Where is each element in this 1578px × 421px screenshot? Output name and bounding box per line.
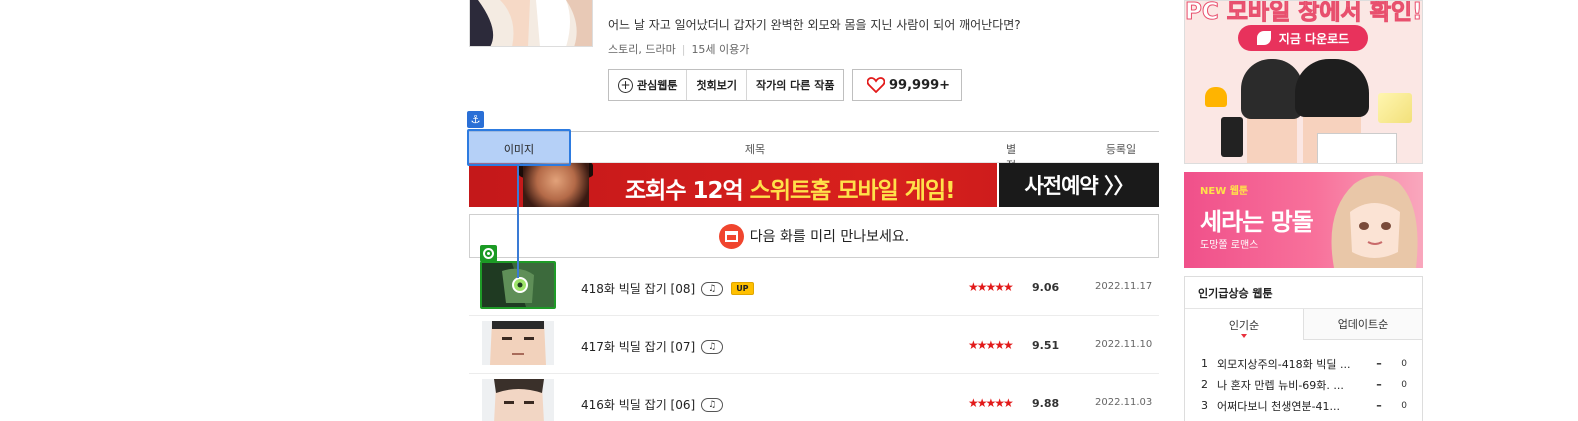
- like-button[interactable]: 99,999+: [852, 69, 962, 101]
- download-label: 지금 다운로드: [1278, 31, 1350, 46]
- character-face: [523, 163, 589, 207]
- episode-thumbnail[interactable]: [482, 379, 554, 421]
- app-download-ad[interactable]: PC 모바일 창에서 확인! 지금 다운로드: [1184, 0, 1423, 164]
- episode-date: 2022.11.10: [1095, 339, 1153, 350]
- webtoon-action-buttons: + 관심웹툰 첫회보기 작가의 다른 작품: [608, 69, 845, 101]
- episode-stars: ★★★★★: [968, 396, 1014, 410]
- episode-stars: ★★★★★: [968, 338, 1014, 352]
- episode-row[interactable]: 417화 빅딜 잡기 [07] ♫ ★★★★★ 9.51 2022.11.10: [469, 316, 1159, 374]
- rank-number: 1: [1201, 357, 1208, 370]
- character-illustration: [1241, 59, 1303, 163]
- tab-popular[interactable]: 인기순: [1185, 309, 1303, 340]
- anchor-icon[interactable]: ⚓: [467, 111, 484, 128]
- ranking-item[interactable]: 1 외모지상주의-418화 빅딜 ... – 0: [1201, 353, 1407, 374]
- leaf-icon: [1256, 31, 1271, 45]
- plus-icon: +: [618, 77, 633, 93]
- no-change-icon: –: [1376, 378, 1382, 391]
- rank-change: 0: [1401, 358, 1407, 369]
- target-icon[interactable]: [480, 245, 497, 262]
- tab-updated[interactable]: 업데이트순: [1303, 309, 1422, 340]
- episode-title-text[interactable]: 416화 빅딜 잡기 [06]: [581, 396, 695, 413]
- episode-title-text[interactable]: 418화 빅딜 잡기 [08]: [581, 280, 695, 297]
- character-illustration: [1331, 175, 1418, 268]
- selected-element-highlight[interactable]: 이미지: [467, 129, 571, 166]
- rank-title[interactable]: 외모지상주의-418화 빅딜 ...: [1217, 356, 1369, 372]
- divider: |: [681, 43, 686, 56]
- laptop-illustration: [1317, 133, 1397, 163]
- phone-illustration: [1221, 117, 1243, 157]
- download-button[interactable]: 지금 다운로드: [1238, 25, 1368, 51]
- favorite-button[interactable]: + 관심웹툰: [609, 70, 688, 100]
- preregister-button[interactable]: 사전예약 〉〉: [997, 163, 1159, 207]
- episode-score: 9.06: [1032, 281, 1060, 294]
- new-webtoon-subtitle: 도망쫄 로맨스: [1200, 240, 1259, 251]
- episode-title[interactable]: 418화 빅딜 잡기 [08] ♫ UP: [581, 280, 754, 297]
- other-works-button[interactable]: 작가의 다른 작품: [747, 70, 844, 100]
- ranking-list: 1 외모지상주의-418화 빅딜 ... – 0 2 나 혼자 만렙 뉴비-69…: [1201, 353, 1407, 416]
- ranking-title: 인기급상승 웹툰: [1198, 287, 1273, 300]
- no-change-icon: –: [1376, 357, 1382, 370]
- rank-change: 0: [1401, 379, 1407, 390]
- episode-title[interactable]: 417화 빅딜 잡기 [07] ♫: [581, 338, 724, 355]
- new-tag: NEW 웹툰: [1200, 186, 1249, 197]
- first-episode-button[interactable]: 첫회보기: [687, 70, 747, 100]
- store-icon: [718, 223, 744, 249]
- tab-updated-label: 업데이트순: [1337, 318, 1389, 331]
- episode-table-header: 이미지 제목 별점 등록일: [469, 131, 1159, 172]
- episode-row[interactable]: 418화 빅딜 잡기 [08] ♫ UP ★★★★★ 9.06 2022.11.…: [469, 258, 1159, 316]
- ranking-item[interactable]: 2 나 혼자 만렙 뉴비-69화. ... – 0: [1201, 374, 1407, 395]
- no-change-icon: –: [1376, 399, 1382, 412]
- like-count: 99,999+: [889, 77, 951, 93]
- ranking-tabs: 인기순 업데이트순: [1185, 308, 1422, 340]
- rank-change: 0: [1401, 400, 1407, 411]
- trending-ranking-panel: 인기급상승 웹툰 인기순 업데이트순 1 외모지상주의-418화 빅딜 ... …: [1184, 276, 1423, 421]
- active-tab-indicator-icon: [1241, 334, 1247, 338]
- episode-date: 2022.11.03: [1095, 397, 1153, 408]
- episode-title-text[interactable]: 417화 빅딜 잡기 [07]: [581, 338, 695, 355]
- rank-number: 2: [1201, 378, 1208, 391]
- rank-title[interactable]: 어쩌다보니 천생연분-41...: [1217, 398, 1369, 414]
- episode-date: 2022.11.17: [1095, 281, 1153, 292]
- banner-text-main: 조회수 12억: [625, 178, 750, 204]
- rank-number: 3: [1201, 399, 1208, 412]
- episode-score: 9.51: [1032, 339, 1060, 352]
- music-icon: ♫: [701, 339, 724, 354]
- selected-element-label: 이미지: [503, 143, 535, 156]
- episode-stars: ★★★★★: [968, 280, 1014, 294]
- game-promo-banner[interactable]: 조회수 12억 스위트홈 모바일 게임! 사전예약 〉〉: [469, 163, 1159, 207]
- webtoon-synopsis: 어느 날 자고 일어났더니 갑자기 완벽한 외모와 몸을 지닌 사람이 되어 깨…: [608, 18, 1021, 32]
- tab-popular-label: 인기순: [1228, 318, 1260, 332]
- genre-text: 스토리, 드라마: [608, 43, 676, 56]
- age-rating: 15세 이용가: [691, 43, 750, 56]
- episode-row[interactable]: 416화 빅딜 잡기 [06] ♫ ★★★★★ 9.88 2022.11.03: [469, 374, 1159, 421]
- banner-text-highlight: 스위트홈 모바일 게임!: [749, 178, 956, 204]
- webtoon-thumbnail[interactable]: [469, 0, 593, 47]
- ranking-item[interactable]: 3 어쩌다보니 천생연분-41... – 0: [1201, 395, 1407, 416]
- up-badge: UP: [731, 282, 754, 295]
- webtoon-meta: 스토리, 드라마 | 15세 이용가: [608, 41, 749, 57]
- ad-headline: PC 모바일 창에서 확인!: [1185, 0, 1423, 26]
- rank-title[interactable]: 나 혼자 만렙 뉴비-69화. ...: [1217, 377, 1369, 393]
- banner-text: 조회수 12억 스위트홈 모바일 게임!: [625, 171, 956, 205]
- episode-thumbnail[interactable]: [482, 321, 554, 365]
- preview-next-episode[interactable]: 다음 화를 미리 만나보세요.: [469, 214, 1159, 258]
- sparkle-icon: [1378, 93, 1412, 123]
- selection-connector-line: [517, 166, 519, 278]
- music-icon: ♫: [701, 281, 724, 296]
- favorite-label: 관심웹툰: [637, 79, 678, 92]
- episode-title[interactable]: 416화 빅딜 잡기 [06] ♫: [581, 396, 724, 413]
- new-webtoon-title: 세라는 망돌: [1200, 208, 1314, 236]
- header-date: 등록일: [1105, 143, 1137, 156]
- bell-icon: [1205, 87, 1227, 107]
- new-webtoon-ad[interactable]: NEW 웹툰 세라는 망돌 도망쫄 로맨스: [1184, 172, 1423, 268]
- music-icon: ♫: [701, 397, 724, 412]
- preview-text: 다음 화를 미리 만나보세요.: [749, 229, 910, 245]
- heart-icon: [867, 77, 885, 93]
- episode-score: 9.88: [1032, 397, 1060, 410]
